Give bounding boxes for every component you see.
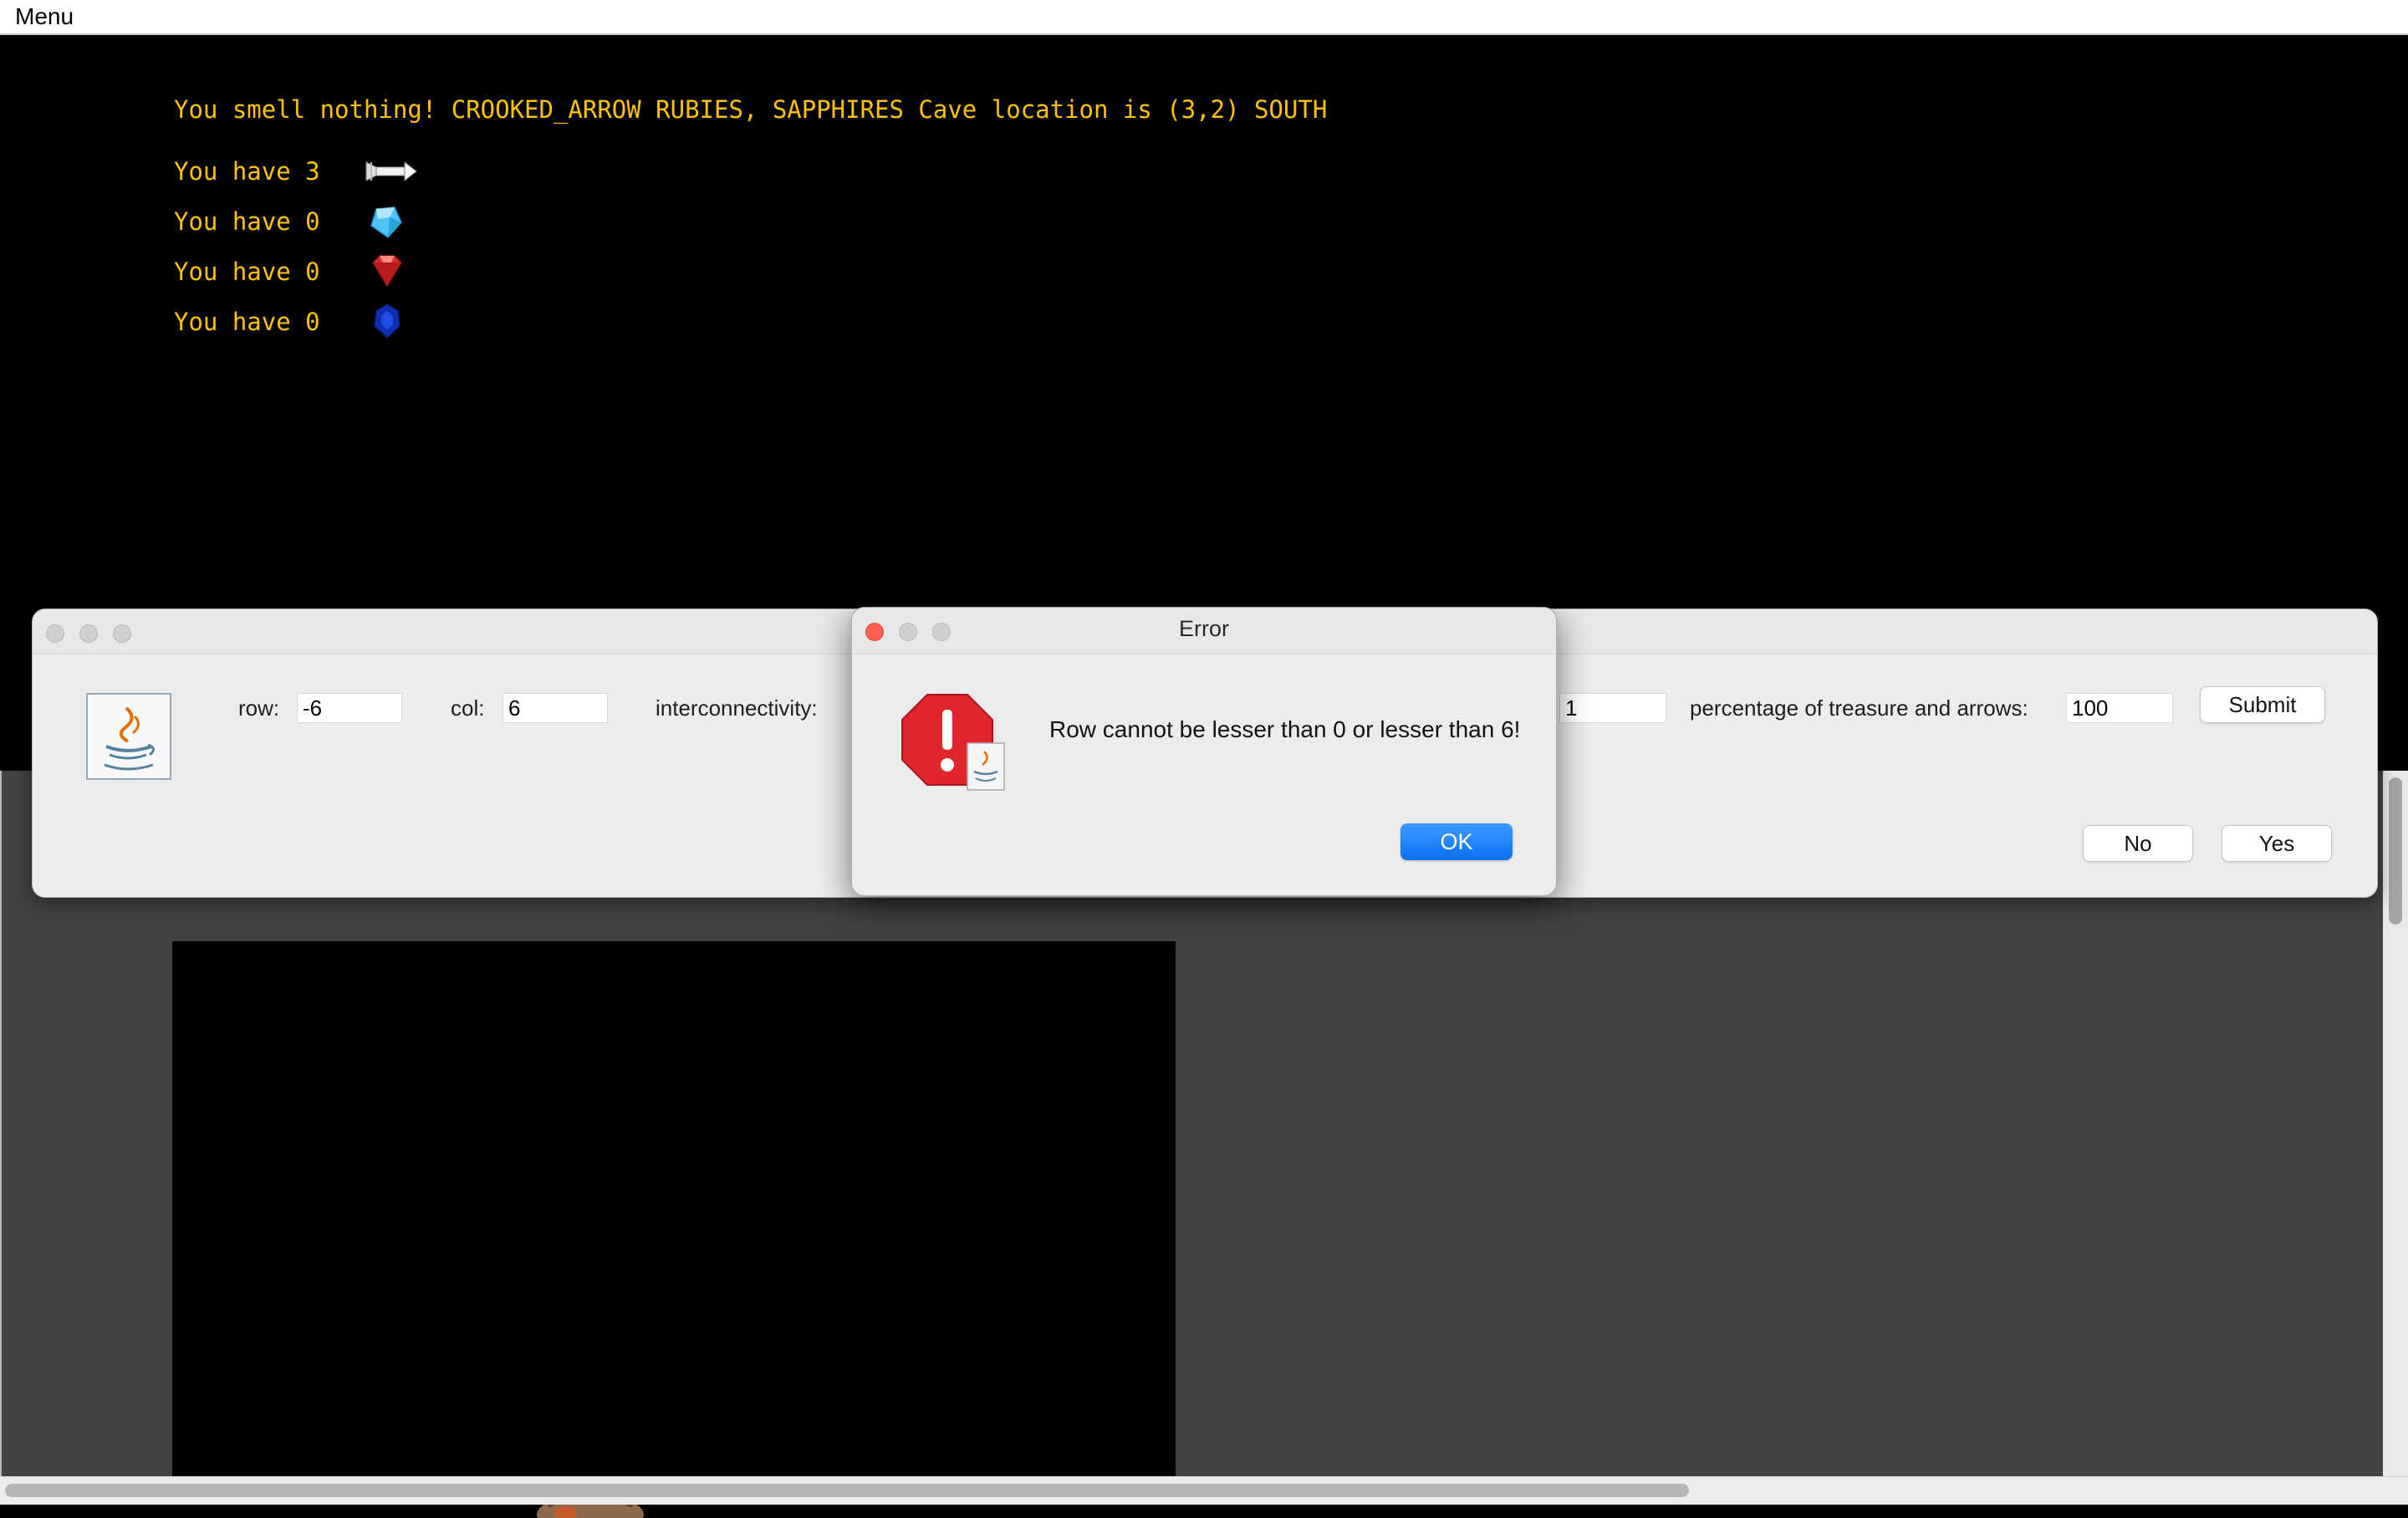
arrow-icon xyxy=(365,150,417,192)
menu-item-menu[interactable]: Menu xyxy=(15,3,74,30)
treasure-setting-input[interactable]: 1 xyxy=(1559,693,1666,723)
zoom-window-button[interactable] xyxy=(113,624,131,643)
error-dialog: Error Row cannot be lesser than 0 or les… xyxy=(851,607,1557,896)
error-stop-icon xyxy=(899,691,1008,795)
sapphire-icon xyxy=(365,301,415,343)
java-icon xyxy=(86,693,171,780)
no-button[interactable]: No xyxy=(2083,825,2193,862)
row-input[interactable]: -6 xyxy=(297,693,402,723)
submit-button[interactable]: Submit xyxy=(2200,686,2325,723)
diamond-icon xyxy=(365,201,415,242)
col-input[interactable]: 6 xyxy=(503,693,608,723)
horizontal-scroll-thumb[interactable] xyxy=(5,1484,1689,1497)
menu-bar: Menu xyxy=(0,0,2408,35)
yes-button[interactable]: Yes xyxy=(2222,825,2332,862)
error-message: Row cannot be lesser than 0 or lesser th… xyxy=(1049,716,1521,742)
inventory-count: You have 3 xyxy=(174,157,320,186)
ruby-icon xyxy=(365,251,415,293)
vertical-scroll-thumb[interactable] xyxy=(2389,777,2402,925)
minimize-window-button[interactable] xyxy=(79,624,98,643)
interconnectivity-label: interconnectivity: xyxy=(656,695,818,721)
inventory-count: You have 0 xyxy=(174,308,320,336)
status-message: You smell nothing! CROOKED_ARROW RUBIES,… xyxy=(174,95,1328,124)
inventory-count: You have 0 xyxy=(174,257,320,286)
percentage-input[interactable]: 100 xyxy=(2066,693,2173,723)
row-label: row: xyxy=(238,695,280,721)
close-window-button[interactable] xyxy=(46,624,64,643)
percentage-label: percentage of treasure and arrows: xyxy=(1690,695,2028,721)
player-sprite xyxy=(537,1494,644,1518)
vertical-scrollbar[interactable] xyxy=(2383,771,2408,1477)
inventory-count: You have 0 xyxy=(174,207,320,236)
dialog-title: Error xyxy=(1179,616,1229,641)
dungeon-view xyxy=(172,941,1176,1518)
error-titlebar[interactable]: Error xyxy=(852,608,1556,655)
ok-button[interactable]: OK xyxy=(1400,823,1513,860)
horizontal-scrollbar[interactable] xyxy=(0,1476,2408,1505)
col-label: col: xyxy=(451,695,485,721)
